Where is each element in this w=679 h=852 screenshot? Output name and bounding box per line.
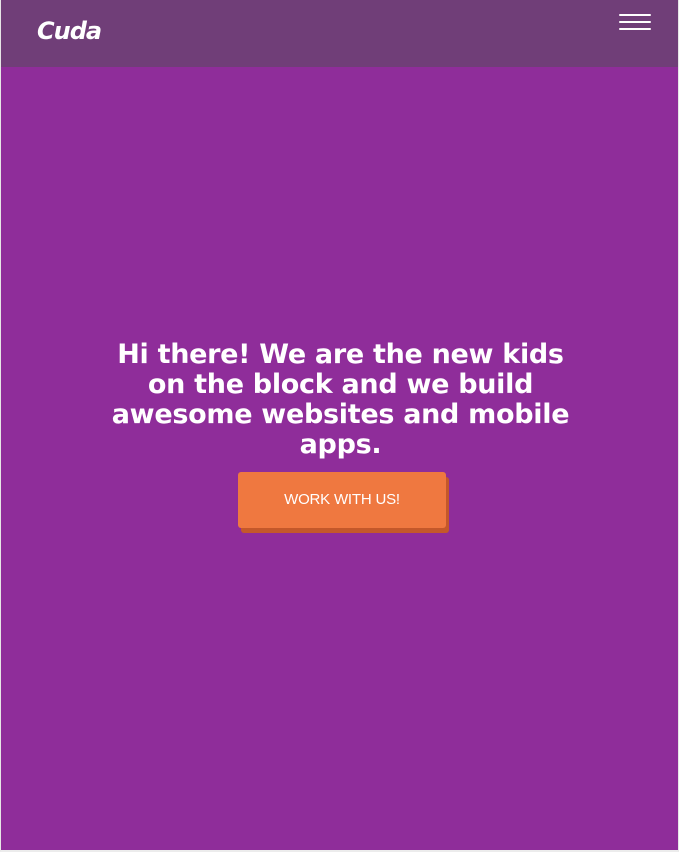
navbar: Cuda xyxy=(1,0,678,67)
menu-bar-middle xyxy=(619,21,651,23)
brand-logo[interactable]: Cuda xyxy=(37,13,102,49)
menu-bar-bottom xyxy=(619,28,651,30)
page: Cuda Hi there! We are the new kids on th… xyxy=(0,0,679,852)
menu-bar-top xyxy=(619,14,651,16)
hero-headline: Hi there! We are the new kids on the blo… xyxy=(111,339,570,460)
work-with-us-button[interactable]: WORK WITH US! xyxy=(238,472,446,528)
hero-section: Hi there! We are the new kids on the blo… xyxy=(1,67,678,850)
hamburger-menu-icon[interactable] xyxy=(619,13,651,33)
